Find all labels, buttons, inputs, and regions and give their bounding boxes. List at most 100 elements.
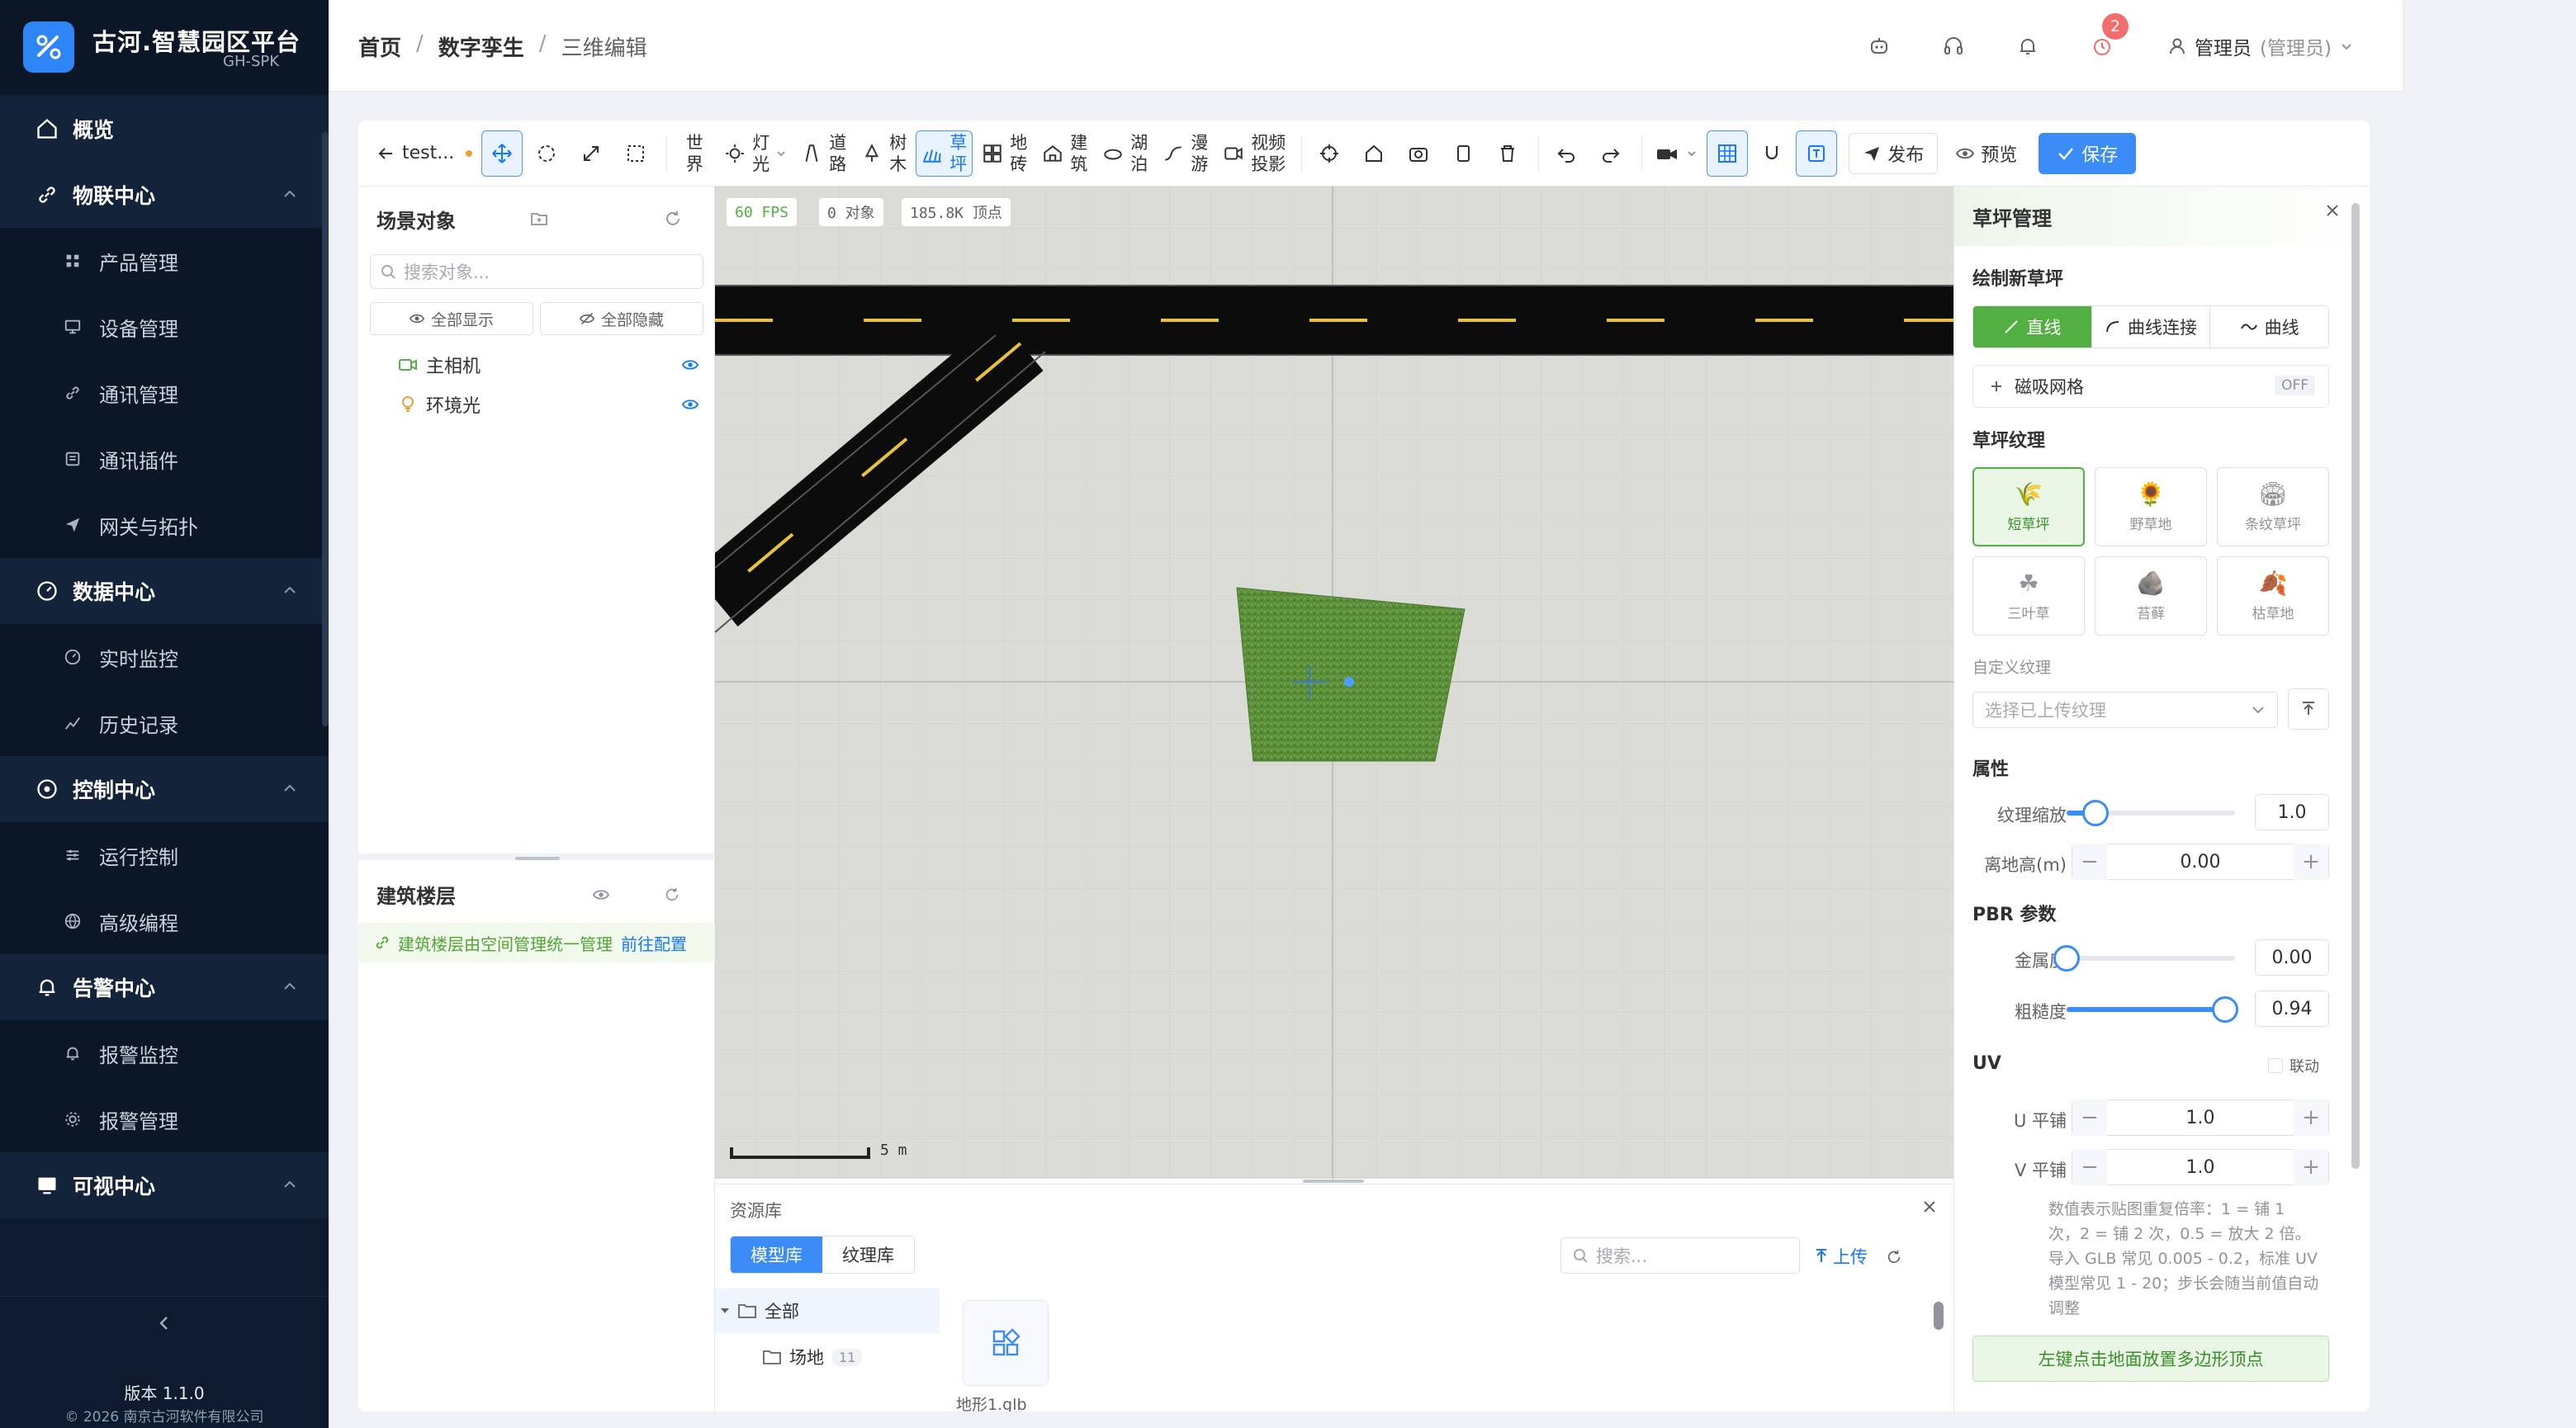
sidebar-item-14[interactable]: 报警监控: [0, 1020, 329, 1086]
sidebar-item-15[interactable]: 报警管理: [0, 1086, 329, 1152]
sidebar-item-8[interactable]: 实时监控: [0, 624, 329, 690]
tool-tile[interactable]: 地砖: [976, 130, 1033, 177]
add-folder-icon[interactable]: [530, 210, 548, 228]
metalness-slider[interactable]: [2053, 945, 2235, 972]
back-button[interactable]: test...: [370, 130, 478, 177]
custom-texture-select[interactable]: 选择已上传纹理: [1972, 692, 2278, 728]
notification-button[interactable]: [2005, 23, 2051, 69]
sidebar-item-9[interactable]: 历史记录: [0, 690, 329, 756]
scene-object-camera[interactable]: 主相机: [398, 348, 703, 381]
resource-scrollbar[interactable]: [1934, 1302, 1944, 1330]
sidebar-item-0[interactable]: 概览: [0, 96, 329, 162]
snap-grid-toggle[interactable]: 磁吸网格 OFF: [1972, 365, 2329, 408]
tool-road[interactable]: 道路: [795, 130, 852, 177]
snap-toggle[interactable]: [1751, 130, 1792, 177]
tool-roam[interactable]: 漫游: [1157, 130, 1214, 177]
sidebar-item-3[interactable]: 设备管理: [0, 294, 329, 360]
scene-canvas[interactable]: [715, 187, 1953, 1179]
publish-button[interactable]: 发布: [1849, 132, 1939, 174]
texture-scale-input[interactable]: 1.0: [2255, 794, 2329, 830]
tool-light[interactable]: 灯光: [718, 130, 792, 177]
sidebar-item-11[interactable]: 运行控制: [0, 822, 329, 888]
scene-object-ambient-light[interactable]: 环境光: [398, 388, 703, 421]
delete-button[interactable]: [1487, 130, 1528, 177]
mode-curve-connect[interactable]: 曲线连接: [2092, 306, 2211, 348]
sidebar-item-4[interactable]: 通讯管理: [0, 360, 329, 426]
grid-toggle[interactable]: [1707, 130, 1749, 177]
robot-button[interactable]: [1856, 23, 1902, 69]
close-icon[interactable]: [1922, 1199, 1937, 1214]
resize-grip[interactable]: [1303, 1180, 1364, 1183]
texture-option-1[interactable]: 🌻 野草地: [2095, 467, 2207, 546]
show-all-button[interactable]: 全部显示: [370, 302, 533, 335]
tool-world[interactable]: 世界: [674, 130, 715, 177]
refresh-icon[interactable]: [1886, 1249, 1902, 1265]
sidebar-item-16[interactable]: 可视中心: [0, 1152, 329, 1218]
undo-button[interactable]: [1546, 130, 1587, 177]
upload-button[interactable]: 上传: [1815, 1244, 1868, 1269]
redo-button[interactable]: [1590, 130, 1631, 177]
v-tile-stepper[interactable]: − 1.0 +: [2072, 1149, 2329, 1185]
user-menu[interactable]: 管理员 (管理员): [2168, 32, 2353, 60]
sidebar-item-10[interactable]: 控制中心: [0, 756, 329, 822]
decrement-button[interactable]: −: [2072, 1099, 2107, 1136]
increment-button[interactable]: +: [2294, 844, 2328, 880]
tab-textures[interactable]: 纹理库: [822, 1236, 914, 1273]
slider-knob[interactable]: [2211, 996, 2238, 1023]
rotate-tool[interactable]: [526, 130, 567, 177]
sidebar-item-13[interactable]: 告警中心: [0, 954, 329, 1020]
slider-knob[interactable]: [2053, 945, 2080, 972]
eye-icon[interactable]: [593, 887, 609, 903]
sidebar-item-7[interactable]: 数据中心: [0, 558, 329, 624]
roughness-input[interactable]: 0.94: [2255, 991, 2329, 1027]
texture-option-3[interactable]: ☘ 三叶草: [1972, 556, 2085, 636]
tree-node-all[interactable]: 全部: [720, 1298, 799, 1323]
texture-scale-slider[interactable]: [2067, 800, 2235, 826]
headset-button[interactable]: [1930, 23, 1977, 69]
u-tile-stepper[interactable]: − 1.0 +: [2072, 1099, 2329, 1136]
breadcrumb-home[interactable]: 首页: [358, 31, 401, 62]
texture-option-4[interactable]: 🪨 苔藓: [2095, 556, 2207, 636]
save-button[interactable]: 保存: [2039, 132, 2137, 174]
asset-card[interactable]: [963, 1300, 1049, 1386]
screenshot-button[interactable]: [1398, 130, 1439, 177]
tree-node-site[interactable]: 场地 11: [763, 1345, 863, 1369]
uv-link-checkbox[interactable]: 联动: [2268, 1055, 2319, 1076]
refresh-icon[interactable]: [664, 210, 682, 228]
sidebar-item-12[interactable]: 高级编程: [0, 888, 329, 954]
breadcrumb-digital-twin[interactable]: 数字孪生: [438, 31, 524, 62]
texture-option-2[interactable]: 🏟 条纹草坪: [2217, 467, 2329, 546]
eye-icon[interactable]: [682, 396, 698, 413]
home-view-button[interactable]: [1353, 130, 1395, 177]
sidebar-item-1[interactable]: 物联中心: [0, 162, 329, 228]
camera-mode-select[interactable]: [1649, 130, 1703, 177]
sidebar-item-6[interactable]: 网关与拓扑: [0, 492, 329, 558]
sidebar-item-2[interactable]: 产品管理: [0, 228, 329, 294]
height-stepper[interactable]: − 0.00 +: [2072, 844, 2329, 880]
3d-viewport[interactable]: 60 FPS 0 对象 185.8K 顶点 5 m: [715, 187, 1953, 1179]
close-icon[interactable]: [2325, 203, 2340, 218]
move-tool[interactable]: [481, 130, 523, 177]
tool-lake[interactable]: 湖泊: [1096, 130, 1153, 177]
preview-button[interactable]: 预览: [1943, 132, 2031, 174]
checkbox-box[interactable]: [2268, 1058, 2283, 1073]
tab-models[interactable]: 模型库: [731, 1236, 822, 1273]
roughness-slider[interactable]: [2067, 996, 2238, 1023]
select-box-tool[interactable]: [615, 130, 656, 177]
scene-search-input[interactable]: 搜索对象...: [370, 254, 703, 289]
tool-building[interactable]: 建筑: [1036, 130, 1093, 177]
slider-knob[interactable]: [2081, 800, 2109, 826]
texture-option-5[interactable]: 🍂 枯草地: [2217, 556, 2329, 636]
sidebar-item-5[interactable]: 通讯插件: [0, 426, 329, 492]
alarm-button[interactable]: 2: [2079, 13, 2129, 69]
collapse-button[interactable]: [0, 1296, 329, 1349]
configure-link[interactable]: 前往配置: [621, 931, 687, 955]
resource-search-input[interactable]: 搜索...: [1560, 1237, 1800, 1274]
tool-lawn[interactable]: 草坪: [916, 130, 973, 177]
hide-all-button[interactable]: 全部隐藏: [540, 302, 703, 335]
decrement-button[interactable]: −: [2072, 844, 2107, 880]
texture-option-0[interactable]: 🌾 短草坪: [1972, 467, 2085, 546]
mode-curve[interactable]: 曲线: [2210, 306, 2328, 348]
eye-icon[interactable]: [682, 357, 698, 373]
increment-button[interactable]: +: [2294, 1099, 2328, 1136]
